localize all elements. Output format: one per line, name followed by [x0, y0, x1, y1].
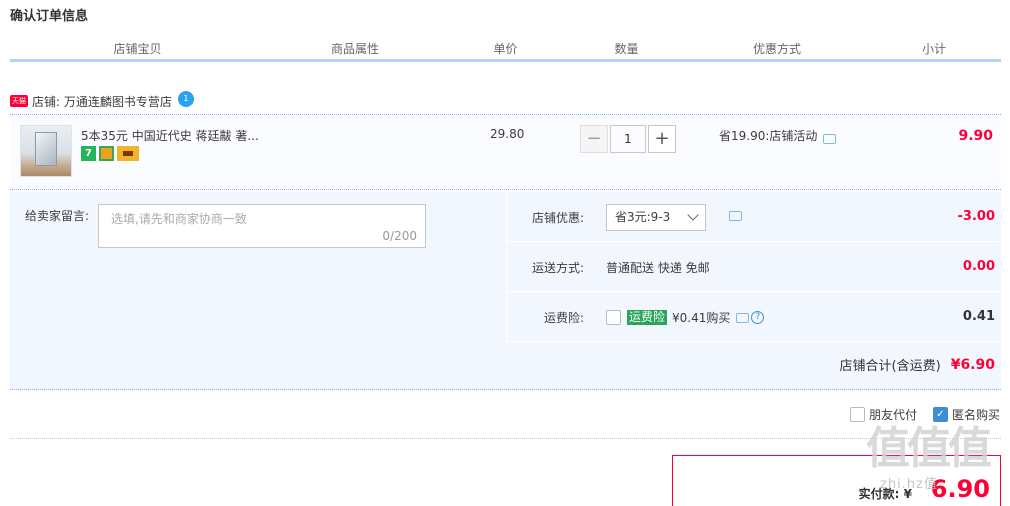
insurance-price: ¥0.41购买	[672, 311, 731, 325]
insurance-info-icon[interactable]	[736, 312, 750, 323]
quantity-input[interactable]: 1	[610, 125, 646, 153]
column-header-quantity: 数量	[566, 40, 687, 59]
friend-pay-label: 朋友代付	[868, 408, 917, 422]
seller-message-label: 给卖家留言:	[25, 209, 90, 223]
shop-discount-row: 店铺优惠: 省3元:9-3 -3.00	[506, 192, 1001, 242]
shop-discount-value: -3.00	[957, 209, 995, 224]
anonymous-purchase-label: 匿名购买	[951, 408, 1000, 422]
column-header-attributes: 商品属性	[265, 40, 445, 59]
column-header-unit-price: 单价	[445, 40, 566, 59]
order-extras-panel: 给卖家留言: 选填,请先和商家协商一致 0/200 店铺优惠: 省3元:9-3 …	[10, 192, 1001, 390]
order-table-header: 店铺宝贝 商品属性 单价 数量 优惠方式 小计	[10, 40, 1001, 62]
shop-discount-label: 店铺优惠:	[531, 211, 584, 225]
shop-discount-select[interactable]: 省3元:9-3	[606, 204, 706, 231]
friend-pay-checkbox[interactable]	[849, 407, 865, 422]
insurance-label: 运费险:	[543, 311, 584, 325]
shop-total-label: 店铺合计(含运费)	[839, 359, 941, 374]
shipping-row: 运送方式: 普通配送 快递 免邮 0.00	[506, 242, 1001, 292]
chevron-down-icon	[687, 209, 699, 221]
anonymous-purchase-checkbox[interactable]: ✓	[932, 407, 948, 422]
divider	[10, 438, 1001, 439]
page-title: 确认订单信息	[10, 9, 89, 24]
tmall-icon: 天猫	[10, 95, 28, 107]
insurance-checkbox[interactable]	[606, 310, 621, 325]
product-thumbnail[interactable]	[20, 125, 72, 177]
watermark-text: zhi.hz值	[880, 477, 938, 492]
item-discount-text: 省19.90:店铺活动	[719, 129, 818, 143]
shop-name-link[interactable]: 店铺: 万通连麟图书专营店	[32, 93, 172, 110]
shop-row: 天猫 店铺: 万通连麟图书专营店 1	[10, 90, 194, 112]
wangwang-chat-icon[interactable]: 1	[177, 91, 194, 107]
order-item: 5本35元 中国近代史 蒋廷黻 著... 7 29.80 − 1 + 省19.9…	[10, 114, 1001, 190]
shop-discount-info-icon[interactable]	[729, 211, 742, 221]
decrease-quantity-button[interactable]: −	[580, 125, 608, 153]
unit-price: 29.80	[490, 127, 525, 141]
shop-total: 店铺合计(含运费) ¥6.90	[839, 355, 995, 375]
guarantee-icon	[99, 146, 114, 161]
insurance-value: 0.41	[962, 309, 995, 324]
quantity-stepper: − 1 +	[580, 125, 676, 153]
credit-card-icon	[117, 146, 139, 161]
book-cover-image	[35, 132, 57, 166]
increase-quantity-button[interactable]: +	[648, 125, 676, 153]
pricing-panel: 店铺优惠: 省3元:9-3 -3.00 运送方式: 普通配送 快递 免邮 0.0…	[506, 192, 1001, 342]
product-title-link[interactable]: 5本35元 中国近代史 蒋廷黻 著...	[81, 127, 259, 144]
friend-pay-option[interactable]: 朋友代付	[849, 406, 917, 423]
column-header-shop-items: 店铺宝贝	[113, 42, 162, 56]
insurance-row: 运费险: 运费险 ¥0.41购买 ? 0.41	[506, 292, 1001, 342]
help-icon[interactable]: ?	[751, 311, 765, 324]
column-header-discount: 优惠方式	[687, 40, 867, 59]
seller-message-counter: 0/200	[382, 229, 417, 243]
item-discount: 省19.90:店铺活动	[719, 127, 837, 144]
insurance-option: 运费险 ¥0.41购买 ?	[606, 309, 765, 326]
shipping-value: 0.00	[962, 259, 995, 274]
item-subtotal: 9.90	[958, 128, 993, 144]
shipping-method: 普通配送 快递 免邮	[606, 261, 710, 275]
seller-message-placeholder: 选填,请先和商家协商一致	[111, 212, 247, 226]
shipping-label: 运送方式:	[531, 261, 584, 275]
shop-discount-selected: 省3元:9-3	[615, 210, 671, 224]
anonymous-purchase-option[interactable]: ✓ 匿名购买	[932, 406, 1000, 423]
order-options: 朋友代付 ✓ 匿名购买	[849, 406, 1000, 423]
insurance-tag: 运费险	[627, 310, 668, 325]
column-header-subtotal: 小计	[867, 40, 1001, 59]
shop-total-amount: ¥6.90	[950, 356, 995, 373]
seven-day-return-icon: 7	[81, 146, 96, 161]
service-badges: 7	[81, 146, 139, 161]
seller-message-input[interactable]: 选填,请先和商家协商一致 0/200	[98, 204, 426, 248]
discount-info-icon[interactable]	[823, 133, 837, 144]
